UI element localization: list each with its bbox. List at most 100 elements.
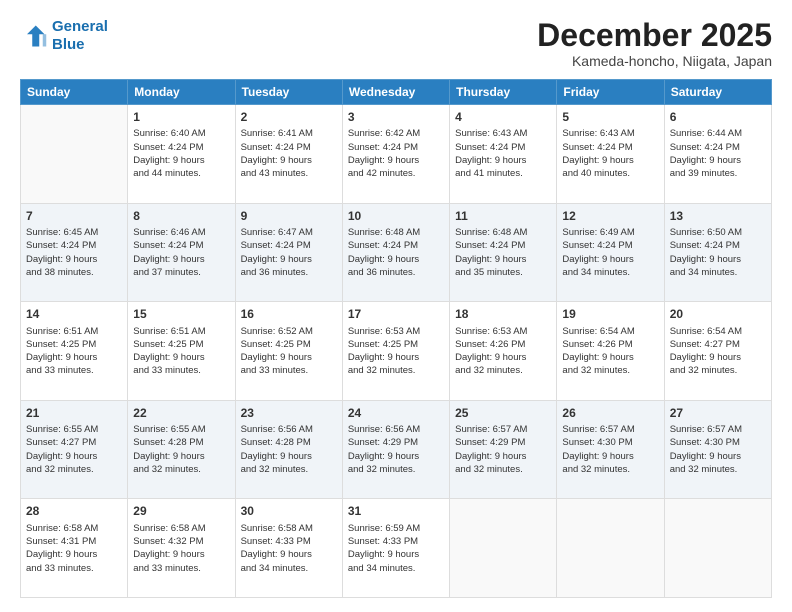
cell-info: Sunrise: 6:57 AMSunset: 4:29 PMDaylight:… bbox=[455, 423, 551, 476]
day-number: 19 bbox=[562, 306, 658, 322]
calendar-cell: 9Sunrise: 6:47 AMSunset: 4:24 PMDaylight… bbox=[235, 203, 342, 302]
day-number: 5 bbox=[562, 109, 658, 125]
cell-info: Sunrise: 6:48 AMSunset: 4:24 PMDaylight:… bbox=[348, 226, 444, 279]
calendar-cell: 5 Sunrise: 6:43 AMSunset: 4:24 PMDaylight… bbox=[557, 105, 664, 204]
calendar-cell bbox=[21, 105, 128, 204]
day-number: 16 bbox=[241, 306, 337, 322]
cell-info: Sunrise: 6:43 AMSunset: 4:24 PMDaylight:… bbox=[562, 127, 658, 180]
cell-info: Sunrise: 6:53 AMSunset: 4:25 PMDaylight:… bbox=[348, 325, 444, 378]
cell-info: Sunrise: 6:45 AMSunset: 4:24 PMDaylight:… bbox=[26, 226, 122, 279]
weekday-header-tuesday: Tuesday bbox=[235, 80, 342, 105]
calendar-cell: 10Sunrise: 6:48 AMSunset: 4:24 PMDayligh… bbox=[342, 203, 449, 302]
calendar-cell: 29 Sunrise: 6:58 AMSunset: 4:32 PMDayligh… bbox=[128, 499, 235, 598]
cell-info: Sunrise: 6:55 AMSunset: 4:27 PMDaylight:… bbox=[26, 423, 122, 476]
calendar-cell: 11 Sunrise: 6:48 AMSunset: 4:24 PMDayligh… bbox=[450, 203, 557, 302]
calendar-week-row: 14 Sunrise: 6:51 AMSunset: 4:25 PMDayligh… bbox=[21, 302, 772, 401]
header: General Blue December 2025 Kameda-honcho… bbox=[20, 18, 772, 69]
day-number: 22 bbox=[133, 405, 229, 421]
weekday-header-thursday: Thursday bbox=[450, 80, 557, 105]
calendar-cell: 26 Sunrise: 6:57 AMSunset: 4:30 PMDayligh… bbox=[557, 400, 664, 499]
day-number: 25 bbox=[455, 405, 551, 421]
calendar-cell: 17 Sunrise: 6:53 AMSunset: 4:25 PMDayligh… bbox=[342, 302, 449, 401]
cell-info: Sunrise: 6:44 AMSunset: 4:24 PMDaylight:… bbox=[670, 127, 766, 180]
calendar-cell: 22 Sunrise: 6:55 AMSunset: 4:28 PMDayligh… bbox=[128, 400, 235, 499]
logo-icon bbox=[20, 22, 48, 50]
page: General Blue December 2025 Kameda-honcho… bbox=[0, 0, 792, 612]
day-number: 26 bbox=[562, 405, 658, 421]
calendar-cell: 30 Sunrise: 6:58 AMSunset: 4:33 PMDayligh… bbox=[235, 499, 342, 598]
day-number: 30 bbox=[241, 503, 337, 519]
day-number: 27 bbox=[670, 405, 766, 421]
day-number: 24 bbox=[348, 405, 444, 421]
calendar-cell: 8Sunrise: 6:46 AMSunset: 4:24 PMDaylight… bbox=[128, 203, 235, 302]
day-number: 1 bbox=[133, 109, 229, 125]
day-number: 13 bbox=[670, 208, 766, 224]
logo: General Blue bbox=[20, 18, 108, 54]
weekday-header-monday: Monday bbox=[128, 80, 235, 105]
calendar-cell: 16 Sunrise: 6:52 AMSunset: 4:25 PMDayligh… bbox=[235, 302, 342, 401]
cell-info: Sunrise: 6:56 AMSunset: 4:29 PMDaylight:… bbox=[348, 423, 444, 476]
weekday-header-friday: Friday bbox=[557, 80, 664, 105]
weekday-header-row: SundayMondayTuesdayWednesdayThursdayFrid… bbox=[21, 80, 772, 105]
cell-info: Sunrise: 6:50 AMSunset: 4:24 PMDaylight:… bbox=[670, 226, 766, 279]
calendar-cell: 20Sunrise: 6:54 AMSunset: 4:27 PMDayligh… bbox=[664, 302, 771, 401]
cell-info: Sunrise: 6:47 AMSunset: 4:24 PMDaylight:… bbox=[241, 226, 337, 279]
calendar-cell: 28Sunrise: 6:58 AMSunset: 4:31 PMDayligh… bbox=[21, 499, 128, 598]
cell-info: Sunrise: 6:58 AMSunset: 4:33 PMDaylight:… bbox=[241, 522, 337, 575]
calendar-cell: 31 Sunrise: 6:59 AMSunset: 4:33 PMDayligh… bbox=[342, 499, 449, 598]
cell-info: Sunrise: 6:55 AMSunset: 4:28 PMDaylight:… bbox=[133, 423, 229, 476]
cell-info: Sunrise: 6:52 AMSunset: 4:25 PMDaylight:… bbox=[241, 325, 337, 378]
calendar-week-row: 1 Sunrise: 6:40 AMSunset: 4:24 PMDaylight… bbox=[21, 105, 772, 204]
cell-info: Sunrise: 6:40 AMSunset: 4:24 PMDaylight:… bbox=[133, 127, 229, 180]
cell-info: Sunrise: 6:58 AMSunset: 4:32 PMDaylight:… bbox=[133, 522, 229, 575]
calendar-cell: 3Sunrise: 6:42 AMSunset: 4:24 PMDaylight… bbox=[342, 105, 449, 204]
day-number: 7 bbox=[26, 208, 122, 224]
calendar-cell: 18Sunrise: 6:53 AMSunset: 4:26 PMDayligh… bbox=[450, 302, 557, 401]
day-number: 6 bbox=[670, 109, 766, 125]
cell-info: Sunrise: 6:54 AMSunset: 4:26 PMDaylight:… bbox=[562, 325, 658, 378]
day-number: 29 bbox=[133, 503, 229, 519]
weekday-header-sunday: Sunday bbox=[21, 80, 128, 105]
cell-info: Sunrise: 6:59 AMSunset: 4:33 PMDaylight:… bbox=[348, 522, 444, 575]
day-number: 23 bbox=[241, 405, 337, 421]
title-block: December 2025 Kameda-honcho, Niigata, Ja… bbox=[537, 18, 772, 69]
calendar-cell: 13 Sunrise: 6:50 AMSunset: 4:24 PMDayligh… bbox=[664, 203, 771, 302]
day-number: 2 bbox=[241, 109, 337, 125]
day-number: 17 bbox=[348, 306, 444, 322]
calendar-week-row: 28Sunrise: 6:58 AMSunset: 4:31 PMDayligh… bbox=[21, 499, 772, 598]
weekday-header-wednesday: Wednesday bbox=[342, 80, 449, 105]
calendar-cell: 27Sunrise: 6:57 AMSunset: 4:30 PMDayligh… bbox=[664, 400, 771, 499]
cell-info: Sunrise: 6:54 AMSunset: 4:27 PMDaylight:… bbox=[670, 325, 766, 378]
calendar-cell: 12 Sunrise: 6:49 AMSunset: 4:24 PMDayligh… bbox=[557, 203, 664, 302]
calendar-cell: 21 Sunrise: 6:55 AMSunset: 4:27 PMDayligh… bbox=[21, 400, 128, 499]
cell-info: Sunrise: 6:51 AMSunset: 4:25 PMDaylight:… bbox=[133, 325, 229, 378]
month-title: December 2025 bbox=[537, 18, 772, 53]
day-number: 31 bbox=[348, 503, 444, 519]
calendar-cell: 2 Sunrise: 6:41 AMSunset: 4:24 PMDaylight… bbox=[235, 105, 342, 204]
cell-info: Sunrise: 6:49 AMSunset: 4:24 PMDaylight:… bbox=[562, 226, 658, 279]
cell-info: Sunrise: 6:57 AMSunset: 4:30 PMDaylight:… bbox=[562, 423, 658, 476]
day-number: 11 bbox=[455, 208, 551, 224]
day-number: 28 bbox=[26, 503, 122, 519]
calendar-cell bbox=[450, 499, 557, 598]
cell-info: Sunrise: 6:42 AMSunset: 4:24 PMDaylight:… bbox=[348, 127, 444, 180]
cell-info: Sunrise: 6:53 AMSunset: 4:26 PMDaylight:… bbox=[455, 325, 551, 378]
day-number: 12 bbox=[562, 208, 658, 224]
calendar-cell: 19 Sunrise: 6:54 AMSunset: 4:26 PMDayligh… bbox=[557, 302, 664, 401]
cell-info: Sunrise: 6:46 AMSunset: 4:24 PMDaylight:… bbox=[133, 226, 229, 279]
cell-info: Sunrise: 6:56 AMSunset: 4:28 PMDaylight:… bbox=[241, 423, 337, 476]
day-number: 14 bbox=[26, 306, 122, 322]
calendar-week-row: 21 Sunrise: 6:55 AMSunset: 4:27 PMDayligh… bbox=[21, 400, 772, 499]
calendar-cell: 23 Sunrise: 6:56 AMSunset: 4:28 PMDayligh… bbox=[235, 400, 342, 499]
calendar-cell bbox=[664, 499, 771, 598]
cell-info: Sunrise: 6:43 AMSunset: 4:24 PMDaylight:… bbox=[455, 127, 551, 180]
cell-info: Sunrise: 6:48 AMSunset: 4:24 PMDaylight:… bbox=[455, 226, 551, 279]
calendar-cell bbox=[557, 499, 664, 598]
calendar-week-row: 7 Sunrise: 6:45 AMSunset: 4:24 PMDaylight… bbox=[21, 203, 772, 302]
cell-info: Sunrise: 6:41 AMSunset: 4:24 PMDaylight:… bbox=[241, 127, 337, 180]
calendar-table: SundayMondayTuesdayWednesdayThursdayFrid… bbox=[20, 79, 772, 598]
calendar-cell: 25 Sunrise: 6:57 AMSunset: 4:29 PMDayligh… bbox=[450, 400, 557, 499]
calendar-cell: 1 Sunrise: 6:40 AMSunset: 4:24 PMDaylight… bbox=[128, 105, 235, 204]
day-number: 21 bbox=[26, 405, 122, 421]
calendar-cell: 4Sunrise: 6:43 AMSunset: 4:24 PMDaylight… bbox=[450, 105, 557, 204]
